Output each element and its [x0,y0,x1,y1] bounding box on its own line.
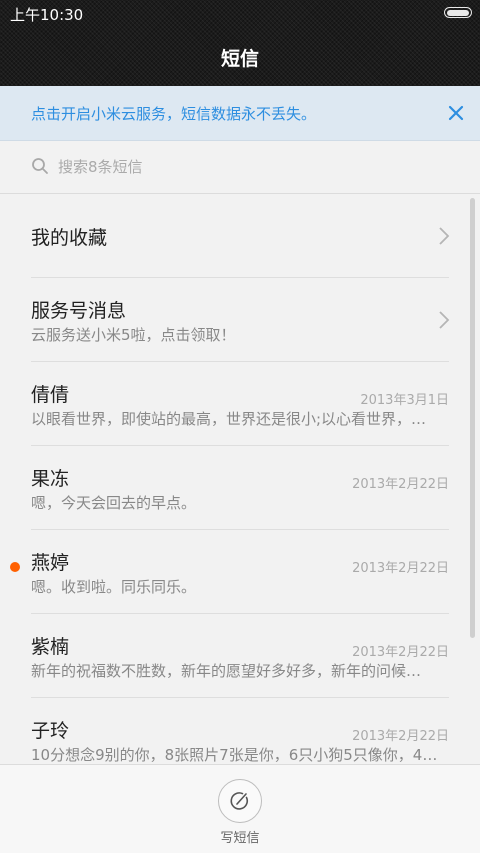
contact-name: 倩倩 [31,384,70,406]
search-icon [31,157,49,175]
bottom-bar: 写短信 [0,764,480,853]
message-preview: 嗯，今天会回去的早点。 [31,494,197,512]
chevron-right-icon [438,310,450,330]
list-item-favorites[interactable]: 我的收藏 [0,194,480,278]
message-date: 2013年2月22日 [352,645,449,660]
conversation-list[interactable]: 我的收藏 服务号消息 云服务送小米5啦，点击领取！ 倩倩 2013年3月1日 以… [0,194,480,764]
message-preview: 新年的祝福数不胜数，新年的愿望好多好多，新年的问候… [31,662,422,680]
message-date: 2013年2月22日 [352,729,449,744]
compose-button[interactable] [218,779,262,823]
list-item-service-messages[interactable]: 服务号消息 云服务送小米5啦，点击领取！ [0,278,480,362]
list-item-conversation[interactable]: 果冻 2013年2月22日 嗯，今天会回去的早点。 [0,446,480,530]
contact-name: 燕婷 [31,552,70,574]
message-date: 2013年2月22日 [352,477,449,492]
list-item-conversation[interactable]: 子玲 2013年2月22日 10分想念9别的你，8张照片7张是你，6只小狗5只像… [0,698,480,764]
scrollbar[interactable] [470,198,475,638]
list-item-conversation[interactable]: 燕婷 2013年2月22日 嗯。收到啦。同乐同乐。 [0,530,480,614]
contact-name: 子玲 [31,720,70,742]
search-bar [0,141,480,194]
contact-name: 紫楠 [31,636,70,658]
message-preview: 以眼看世界，即使站的最高，世界还是很小;以心看世界，… [31,410,427,428]
search-input[interactable] [58,156,438,178]
row-preview: 云服务送小米5啦，点击领取！ [31,326,236,344]
battery-icon [444,7,472,18]
list-item-conversation[interactable]: 倩倩 2013年3月1日 以眼看世界，即使站的最高，世界还是很小;以心看世界，… [0,362,480,446]
row-title: 服务号消息 [31,300,127,322]
message-preview: 10分想念9别的你，8张照片7张是你，6只小狗5只像你，4… [31,746,438,764]
contact-name: 果冻 [31,468,70,490]
page-title: 短信 [220,48,259,70]
top-bar: 上午10:30 短信 [0,0,480,86]
compose-icon [229,790,251,812]
close-icon[interactable] [446,103,466,123]
row-title: 我的收藏 [31,227,108,249]
message-date: 2013年2月22日 [352,561,449,576]
cloud-service-banner[interactable]: 点击开启小米云服务，短信数据永不丢失。 [0,86,480,141]
compose-label[interactable]: 写短信 [0,827,480,846]
list-item-conversation[interactable]: 紫楠 2013年2月22日 新年的祝福数不胜数，新年的愿望好多好多，新年的问候… [0,614,480,698]
unread-indicator [10,562,20,572]
cloud-banner-text[interactable]: 点击开启小米云服务，短信数据永不丢失。 [31,103,316,124]
status-time: 上午10:30 [10,6,84,24]
chevron-right-icon [438,226,450,246]
message-preview: 嗯。收到啦。同乐同乐。 [31,578,197,596]
message-date: 2013年3月1日 [360,393,449,408]
